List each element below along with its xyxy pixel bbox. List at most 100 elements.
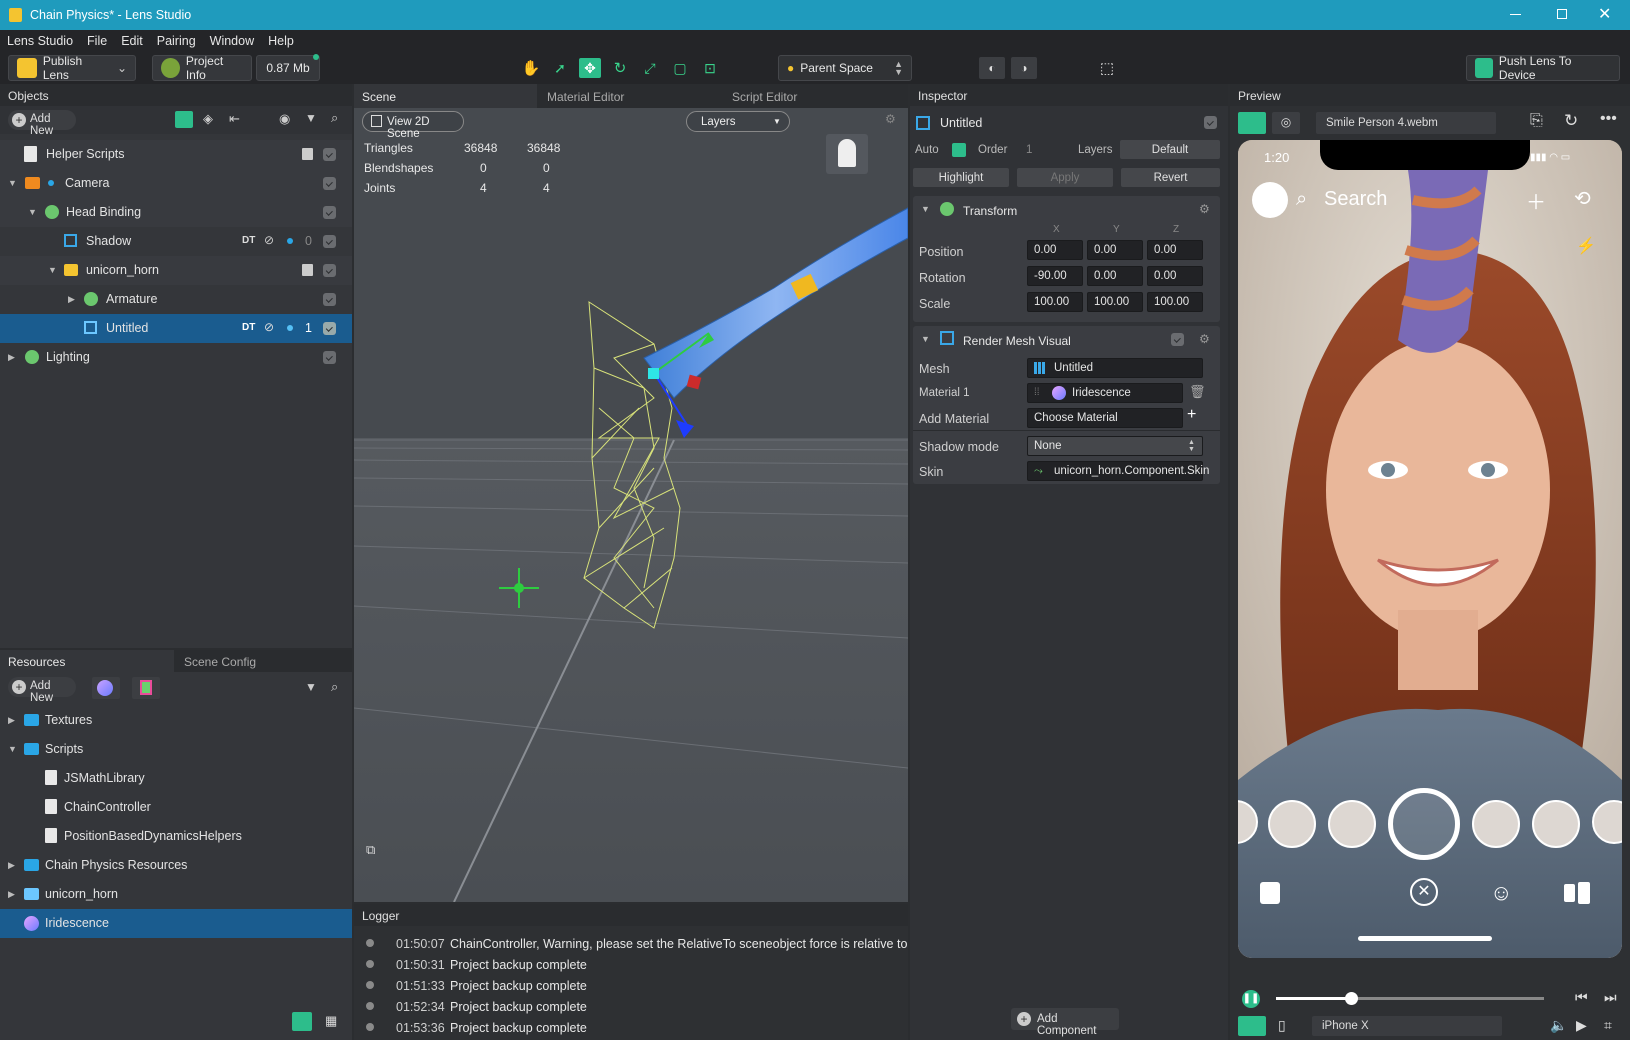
tree-item-shadow[interactable]: Shadow DT ⊘ 0 bbox=[0, 227, 352, 256]
layer-default-button[interactable]: Default bbox=[1120, 140, 1220, 159]
tab-scene[interactable]: Scene bbox=[354, 84, 537, 108]
settings-gear-icon[interactable]: ⚙ bbox=[1199, 332, 1210, 346]
collapse-arrow-icon[interactable]: ▼ bbox=[921, 334, 930, 344]
lens-carousel-item[interactable] bbox=[1532, 800, 1580, 848]
enable-checkbox[interactable] bbox=[323, 235, 336, 248]
phone-device-icon[interactable] bbox=[1238, 1016, 1266, 1036]
publish-lens-button[interactable]: Publish Lens ⌄ bbox=[8, 54, 136, 82]
preview-video-dropdown[interactable]: Smile Person 4.webm bbox=[1316, 112, 1496, 134]
scale-x-field[interactable]: 100.00 bbox=[1027, 292, 1083, 312]
collapse-arrow-icon[interactable]: ▼ bbox=[921, 204, 930, 214]
filter-icon[interactable]: ▼ bbox=[305, 680, 317, 694]
snapshot-icon[interactable]: ⎘ bbox=[1530, 112, 1543, 130]
tab-script-editor[interactable]: Script Editor bbox=[724, 84, 908, 108]
object-enable-checkbox[interactable] bbox=[1204, 116, 1217, 129]
hierarchy-view-icon[interactable] bbox=[175, 111, 193, 128]
scene-viewport[interactable] bbox=[354, 108, 908, 902]
space-dropdown[interactable]: ● Parent Space ▲ ▼ bbox=[778, 55, 912, 81]
indent-icon[interactable]: ⇤ bbox=[229, 111, 240, 127]
grid-view-icon[interactable]: ▦ bbox=[325, 1013, 337, 1029]
resource-item-jsmathlibrary[interactable]: JSMathLibrary bbox=[0, 764, 352, 793]
playback-handle[interactable] bbox=[1345, 992, 1359, 1005]
tree-item-unicorn-horn[interactable]: ▼ unicorn_horn bbox=[0, 256, 352, 285]
drag-handle-icon[interactable]: ⁞⁞ bbox=[1034, 387, 1040, 398]
apply-button[interactable]: Apply bbox=[1017, 168, 1113, 187]
bitmoji-avatar[interactable] bbox=[1252, 182, 1288, 218]
add-object-button[interactable]: + Add New bbox=[8, 110, 76, 137]
tab-scene-config[interactable]: Scene Config bbox=[176, 650, 352, 672]
cursor-box-icon[interactable]: ⬚ bbox=[1096, 58, 1118, 78]
resource-item-scripts[interactable]: ▼ Scripts bbox=[0, 735, 352, 764]
enable-checkbox[interactable] bbox=[323, 177, 336, 190]
settings-gear-icon[interactable]: ⚙ bbox=[1199, 202, 1210, 216]
tab-resources[interactable]: Resources bbox=[0, 650, 174, 672]
highlight-button[interactable]: Highlight bbox=[913, 168, 1009, 187]
enable-checkbox[interactable] bbox=[323, 293, 336, 306]
trash-icon[interactable]: 🗑 bbox=[1189, 384, 1206, 400]
layers-view-icon[interactable]: ◈ bbox=[203, 111, 213, 127]
skin-field[interactable]: ⤳ unicorn_horn.Component.Skin bbox=[1027, 461, 1209, 481]
skip-back-icon[interactable]: ⏮ bbox=[1575, 989, 1588, 1006]
push-lens-button[interactable]: Push Lens To Device bbox=[1466, 54, 1620, 82]
position-z-field[interactable]: 0.00 bbox=[1147, 240, 1203, 260]
search-icon[interactable]: ⌕ bbox=[331, 679, 338, 695]
capture-button[interactable] bbox=[1388, 788, 1460, 860]
maximize-icon[interactable] bbox=[1557, 9, 1567, 19]
enable-checkbox[interactable] bbox=[323, 351, 336, 364]
lens-explorer-icon[interactable]: ☺ bbox=[1490, 880, 1512, 906]
close-lens-icon[interactable]: ✕ bbox=[1410, 878, 1438, 906]
auto-checkbox[interactable] bbox=[952, 143, 966, 157]
resource-item-pbd-helpers[interactable]: PositionBasedDynamicsHelpers bbox=[0, 822, 352, 851]
expand-arrow-icon[interactable]: ▶ bbox=[8, 889, 18, 899]
expand-arrow-icon[interactable]: ▼ bbox=[8, 178, 18, 188]
expand-arrow-icon[interactable]: ▶ bbox=[68, 294, 78, 304]
mesh-field[interactable]: Untitled bbox=[1027, 358, 1203, 378]
material-field[interactable]: ⁞⁞ Iridescence bbox=[1027, 383, 1183, 403]
move-tool-icon[interactable]: ✥ bbox=[579, 58, 601, 78]
gizmo-settings-icon[interactable]: ⚙ bbox=[885, 112, 896, 126]
chevron-down-icon[interactable]: ⌄ bbox=[117, 61, 127, 75]
list-view-icon[interactable] bbox=[292, 1012, 312, 1031]
resource-item-chaincontroller[interactable]: ChainController bbox=[0, 793, 352, 822]
object-name-field[interactable]: Untitled bbox=[940, 116, 982, 130]
project-info-button[interactable]: Project Info bbox=[152, 54, 252, 82]
scale-z-field[interactable]: 100.00 bbox=[1147, 292, 1203, 312]
rect-tool-icon[interactable]: ▢ bbox=[669, 58, 691, 78]
asset-library-icon[interactable] bbox=[132, 677, 160, 699]
menu-window[interactable]: Window bbox=[203, 30, 261, 48]
expand-arrow-icon[interactable]: ▶ bbox=[8, 715, 18, 725]
lens-carousel-item[interactable] bbox=[1328, 800, 1376, 848]
resource-item-textures[interactable]: ▶ Textures bbox=[0, 706, 352, 735]
flip-camera-icon[interactable]: ⟲ bbox=[1574, 186, 1591, 211]
expand-arrow-icon[interactable]: ▼ bbox=[8, 744, 18, 754]
eye-icon[interactable]: ◉ bbox=[279, 111, 290, 127]
tree-item-armature[interactable]: ▶ Armature bbox=[0, 285, 352, 314]
tree-item-head-binding[interactable]: ▼ Head Binding bbox=[0, 198, 352, 227]
device-pair-icon[interactable]: ◑ bbox=[1011, 57, 1037, 79]
minimize-icon[interactable] bbox=[1510, 14, 1521, 15]
crop-icon[interactable]: ⌗ bbox=[1604, 1017, 1612, 1034]
orientation-cube[interactable] bbox=[826, 134, 868, 174]
skip-forward-icon[interactable]: ⏭ bbox=[1604, 989, 1617, 1006]
enable-checkbox[interactable] bbox=[323, 322, 336, 335]
filter-icon[interactable]: ▼ bbox=[305, 111, 317, 125]
expand-arrow-icon[interactable]: ▶ bbox=[8, 352, 18, 362]
tree-item-camera[interactable]: ▼ Camera bbox=[0, 169, 352, 198]
rotation-y-field[interactable]: 0.00 bbox=[1087, 266, 1143, 286]
resource-item-unicorn-horn[interactable]: ▶ unicorn_horn bbox=[0, 880, 352, 909]
close-icon[interactable]: ✕ bbox=[1598, 4, 1611, 24]
enable-checkbox[interactable] bbox=[323, 206, 336, 219]
tablet-device-icon[interactable]: ▯ bbox=[1278, 1017, 1286, 1034]
tree-item-untitled[interactable]: Untitled DT ⊘ 1 bbox=[0, 314, 352, 343]
tree-item-lighting[interactable]: ▶ Lighting bbox=[0, 343, 352, 372]
add-friend-icon[interactable]: ＋ bbox=[1526, 186, 1546, 215]
enable-checkbox[interactable] bbox=[323, 264, 336, 277]
rotation-x-field[interactable]: -90.00 bbox=[1027, 266, 1083, 286]
add-material-field[interactable]: Choose Material bbox=[1027, 408, 1183, 428]
preview-pair-icon[interactable]: ◐ bbox=[979, 57, 1005, 79]
expand-arrow-icon[interactable]: ▶ bbox=[8, 860, 18, 870]
hand-tool-icon[interactable]: ✋ bbox=[520, 58, 542, 78]
rotate-tool-icon[interactable]: ↻ bbox=[609, 58, 631, 78]
select-tool-icon[interactable]: ➚ bbox=[549, 58, 571, 78]
view-2d-scene-button[interactable]: View 2D Scene bbox=[362, 111, 464, 140]
